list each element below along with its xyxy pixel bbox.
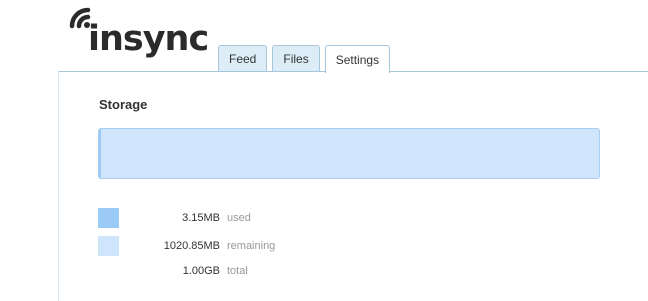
total-value: 1.00GB <box>182 265 220 277</box>
remaining-swatch <box>98 236 119 256</box>
storage-usage-bar <box>98 128 600 179</box>
storage-title: Storage <box>99 97 148 112</box>
tab-files[interactable]: Files <box>272 45 320 72</box>
storage-used-fill <box>99 129 101 178</box>
legend-remaining: 1020.85MB remaining <box>98 236 275 256</box>
used-label: used <box>227 212 251 224</box>
remaining-label: remaining <box>227 240 276 252</box>
legend-total: 1.00GB total <box>98 261 248 281</box>
used-swatch <box>98 208 119 228</box>
tab-settings[interactable]: Settings <box>324 45 391 73</box>
tab-feed[interactable]: Feed <box>218 45 268 72</box>
logo-text: insync <box>88 19 209 59</box>
insync-logo: insync <box>68 4 209 60</box>
remaining-value: 1020.85MB <box>163 240 220 252</box>
used-value: 3.15MB <box>182 212 220 224</box>
total-label: total <box>227 265 248 277</box>
legend-used: 3.15MB used <box>98 208 251 228</box>
tab-bar: Feed Files Settings <box>218 45 391 73</box>
total-swatch-spacer <box>98 261 119 281</box>
